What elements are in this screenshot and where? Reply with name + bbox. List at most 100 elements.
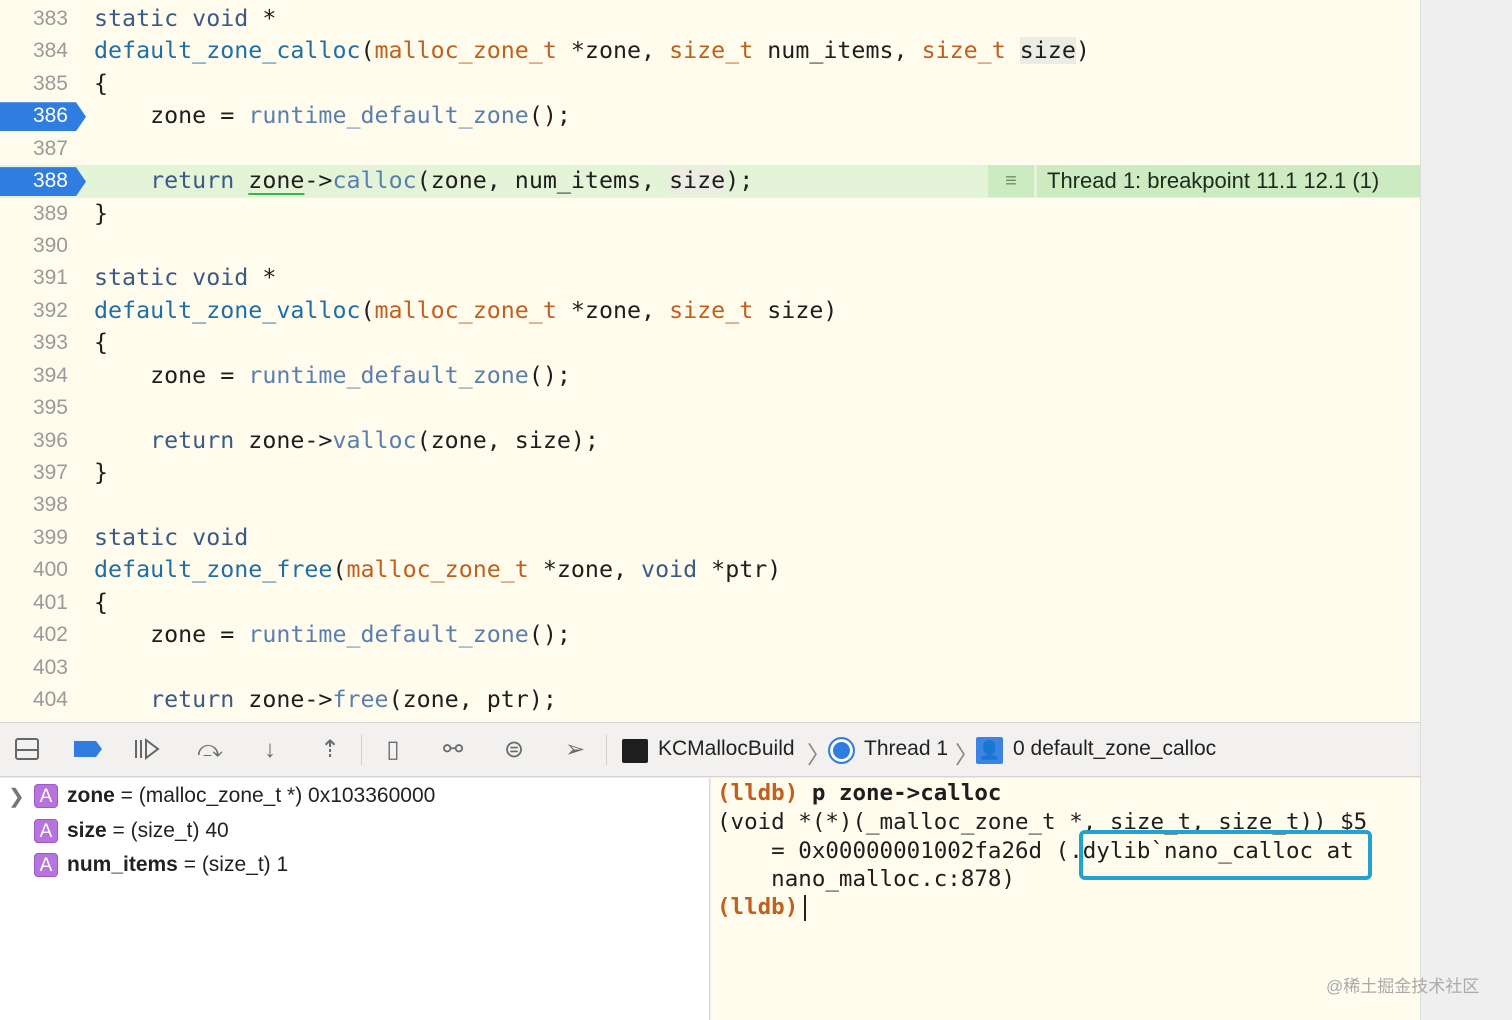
line-number[interactable]: 400 [0, 558, 68, 582]
code-line[interactable]: 387 [0, 133, 1420, 165]
code-token: malloc_zone_t [346, 556, 529, 584]
code-token: ); [725, 167, 754, 195]
code-line[interactable]: 402 zone = runtime_default_zone(); [0, 619, 1420, 651]
line-number[interactable]: 404 [0, 688, 68, 712]
code-token: { [94, 588, 109, 616]
code-token: size) [753, 296, 838, 324]
breadcrumb-frame[interactable]: 0 default_zone_calloc [1013, 737, 1216, 761]
code-token: (zone, num_items, [416, 167, 670, 195]
line-number[interactable]: 389 [0, 202, 68, 226]
code-token: (); [528, 621, 571, 649]
variable-row[interactable]: Asize = (size_t) 40 [0, 815, 700, 847]
code-line[interactable]: 399 static void [0, 522, 1420, 554]
code-line[interactable]: 384 default_zone_calloc(malloc_zone_t *zo… [0, 35, 1420, 67]
code-token: size_t [669, 37, 754, 65]
code-token: ( [360, 296, 375, 324]
code-line[interactable]: 393 { [0, 327, 1420, 359]
line-number[interactable]: 395 [0, 396, 68, 420]
equals: = [114, 784, 139, 807]
code-token: -> [304, 167, 333, 195]
step-over-button[interactable]: ⤼ [195, 735, 225, 765]
view-hierarchy-button[interactable]: ▯ [378, 735, 408, 765]
toggle-debug-area-button[interactable] [12, 735, 42, 765]
source-editor[interactable]: 383 static void * 384 default_zone_calloc(m… [0, 0, 1420, 722]
line-number[interactable]: 393 [0, 331, 68, 355]
code-line[interactable]: 392 default_zone_valloc(malloc_zone_t *zo… [0, 295, 1420, 327]
code-token: size [669, 167, 726, 195]
code-token: free [332, 686, 389, 714]
console-command: p zone->calloc [798, 780, 1002, 806]
code-line[interactable]: 390 [0, 230, 1420, 262]
text-cursor [804, 894, 807, 921]
code-line[interactable]: 398 [0, 489, 1420, 521]
code-token: (); [528, 361, 571, 389]
line-number[interactable]: 390 [0, 234, 68, 258]
line-number[interactable]: 391 [0, 266, 68, 290]
breadcrumb-target[interactable]: KCMallocBuild [658, 737, 795, 761]
line-number[interactable]: 403 [0, 656, 68, 680]
variable-text: size = (size_t) 40 [67, 819, 229, 843]
code-line[interactable]: 391 static void * [0, 262, 1420, 294]
line-number[interactable]: 397 [0, 461, 68, 485]
line-number[interactable]: 401 [0, 591, 68, 615]
line-number[interactable]: 398 [0, 493, 68, 517]
breakpoints-toggle-icon[interactable] [72, 735, 102, 765]
simulate-location-button[interactable]: ➢ [560, 735, 590, 765]
code-token: (zone, ptr); [388, 686, 557, 714]
code-line[interactable]: 386 zone = runtime_default_zone(); [0, 100, 1420, 132]
console-line: (lldb) p zone->calloc [717, 780, 1001, 806]
code-token: zone = [94, 621, 249, 649]
step-out-button[interactable]: ⇡ [315, 735, 345, 765]
line-number[interactable]: 399 [0, 526, 68, 550]
variable-text: zone = (malloc_zone_t *) 0x103360000 [67, 784, 435, 808]
code-token: return [150, 167, 235, 195]
code-line[interactable]: 383 static void * [0, 3, 1420, 35]
line-number[interactable]: 396 [0, 429, 68, 453]
code-line[interactable]: 400 default_zone_free(malloc_zone_t *zone… [0, 554, 1420, 586]
step-into-button[interactable]: ↓ [255, 735, 285, 765]
code-line[interactable]: 395 [0, 392, 1420, 424]
equals: = [177, 853, 202, 876]
code-text: } [94, 459, 108, 486]
console-output: nano_malloc.c:878) [717, 866, 1016, 892]
environment-overrides-button[interactable]: ⊜ [499, 735, 529, 765]
line-number[interactable]: 383 [0, 7, 68, 31]
line-number[interactable]: 392 [0, 299, 68, 323]
variable-type: (malloc_zone_t *) [138, 784, 303, 807]
code-token: *zone, [556, 296, 670, 324]
code-text: static void [94, 524, 248, 551]
code-line[interactable]: 394 zone = runtime_default_zone(); [0, 360, 1420, 392]
lines-icon[interactable]: ≡ [988, 165, 1034, 198]
line-number[interactable]: 402 [0, 623, 68, 647]
lldb-console[interactable]: (lldb) p zone->calloc (void *(*)(_malloc… [711, 778, 1420, 1020]
line-number[interactable]: 386 [0, 104, 68, 128]
code-line[interactable]: 404 return zone->free(zone, ptr); [0, 684, 1420, 716]
code-line[interactable]: 397} [0, 457, 1420, 489]
variable-row[interactable]: ❯ Azone = (malloc_zone_t *) 0x103360000 [0, 780, 700, 812]
code-text: return zone->free(zone, ptr); [94, 686, 557, 713]
variable-row[interactable]: Anum_items = (size_t) 1 [0, 849, 700, 881]
memory-graph-button[interactable]: ⚯ [438, 735, 468, 765]
code-line[interactable]: 401 { [0, 587, 1420, 619]
code-line[interactable]: 388 return zone->calloc(zone, num_items,… [0, 165, 1420, 198]
code-line[interactable]: 385 { [0, 68, 1420, 100]
code-text: static void * [94, 264, 276, 291]
code-token: void [641, 556, 698, 584]
variable-name: num_items [67, 853, 178, 876]
code-line[interactable]: 403 [0, 652, 1420, 684]
code-line[interactable]: 389} [0, 198, 1420, 230]
line-number[interactable]: 394 [0, 364, 68, 388]
variable-name: zone [67, 784, 115, 807]
line-number[interactable]: 384 [0, 39, 68, 63]
continue-button[interactable] [132, 735, 162, 765]
breadcrumb-thread[interactable]: Thread 1 [864, 737, 948, 761]
disclosure-chevron-icon[interactable]: ❯ [8, 784, 25, 809]
thread-icon [828, 737, 855, 764]
code-token: ( [332, 556, 347, 584]
line-number[interactable]: 385 [0, 72, 68, 96]
line-number[interactable]: 388 [0, 169, 68, 193]
code-line[interactable]: 396 return zone->valloc(zone, size); [0, 425, 1420, 457]
console-input-line[interactable]: (lldb) [717, 894, 807, 921]
line-number[interactable]: 387 [0, 137, 68, 161]
